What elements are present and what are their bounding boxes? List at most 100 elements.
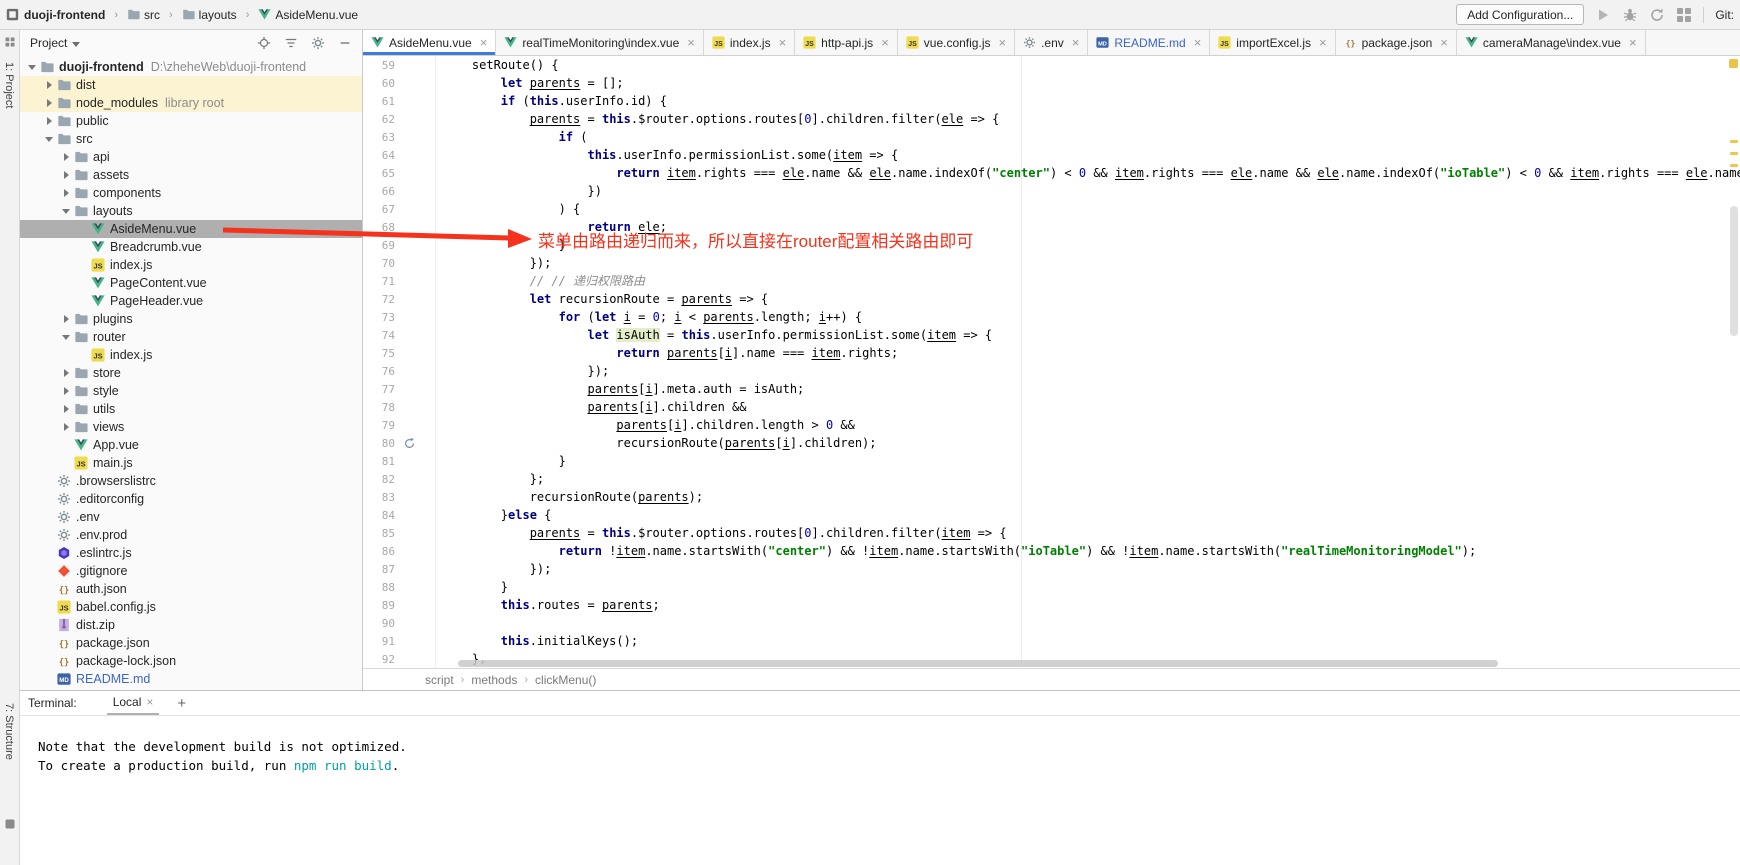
close-tab-icon[interactable]: × — [687, 36, 695, 49]
code-line-87[interactable]: 87 }); — [363, 560, 1740, 578]
code-line-80[interactable]: 80 recursionRoute(parents[i].children); — [363, 434, 1740, 452]
tree-item-index-js[interactable]: JSindex.js — [20, 346, 362, 364]
code-line-85[interactable]: 85 parents = this.$router.options.routes… — [363, 524, 1740, 542]
line-number[interactable]: 79 — [363, 419, 403, 432]
tool-window-structure-button[interactable]: 7: Structure — [3, 703, 15, 760]
code-line-75[interactable]: 75 return parents[i].name === item.right… — [363, 344, 1740, 362]
tree-item-duoji-frontend[interactable]: duoji-frontendD:\zheheWeb\duoji-frontend — [20, 58, 362, 76]
line-number[interactable]: 69 — [363, 239, 403, 252]
chevron-down-icon[interactable] — [43, 133, 56, 145]
editor-horizontal-scrollbar[interactable] — [363, 659, 1728, 668]
line-number[interactable]: 90 — [363, 617, 403, 630]
close-tab-icon[interactable]: × — [1319, 36, 1327, 49]
line-number[interactable]: 72 — [363, 293, 403, 306]
close-tab-icon[interactable]: × — [998, 36, 1006, 49]
close-tab-icon[interactable]: × — [480, 36, 488, 49]
chevron-right-icon[interactable] — [43, 97, 56, 109]
tree-item-readme-md[interactable]: MDREADME.md — [20, 670, 362, 688]
code-line-73[interactable]: 73 for (let i = 0; i < parents.length; i… — [363, 308, 1740, 326]
chevron-right-icon[interactable] — [60, 421, 73, 433]
editor-tab-env[interactable]: .env× — [1015, 30, 1088, 55]
code-line-69[interactable]: 69 } — [363, 236, 1740, 254]
code-line-91[interactable]: 91 this.initialKeys(); — [363, 632, 1740, 650]
warning-stripe-mark[interactable] — [1730, 152, 1738, 155]
line-number[interactable]: 84 — [363, 509, 403, 522]
tree-item-components[interactable]: components — [20, 184, 362, 202]
code-line-88[interactable]: 88 } — [363, 578, 1740, 596]
code-line-67[interactable]: 67 ) { — [363, 200, 1740, 218]
tree-item-style[interactable]: style — [20, 382, 362, 400]
code-line-90[interactable]: 90 — [363, 614, 1740, 632]
chevron-right-icon[interactable] — [60, 403, 73, 415]
line-number[interactable]: 68 — [363, 221, 403, 234]
chevron-down-icon[interactable] — [60, 205, 73, 217]
breadcrumb-layouts[interactable]: layouts — [199, 8, 237, 22]
tree-item-api[interactable]: api — [20, 148, 362, 166]
close-tab-icon[interactable]: × — [1072, 36, 1080, 49]
new-terminal-session-button[interactable]: + — [177, 695, 186, 712]
editor-vertical-scrollbar[interactable] — [1728, 56, 1740, 668]
editor-tab-package-json[interactable]: {}package.json× — [1336, 30, 1457, 55]
line-number[interactable]: 71 — [363, 275, 403, 288]
close-icon[interactable]: × — [146, 695, 153, 709]
terminal-output[interactable]: Note that the development build is not o… — [0, 716, 1740, 775]
line-number[interactable]: 63 — [363, 131, 403, 144]
breadcrumb-script[interactable]: script — [425, 673, 454, 687]
scrollbar-thumb[interactable] — [458, 660, 1498, 667]
code-line-86[interactable]: 86 return !item.name.startsWith("center"… — [363, 542, 1740, 560]
line-number[interactable]: 81 — [363, 455, 403, 468]
close-tab-icon[interactable]: × — [779, 36, 787, 49]
line-number[interactable]: 62 — [363, 113, 403, 126]
run-icon[interactable] — [1595, 7, 1611, 23]
editor-tab-index-js[interactable]: JSindex.js× — [704, 30, 795, 55]
tree-item-gitignore[interactable]: .gitignore — [20, 562, 362, 580]
warning-stripe-mark[interactable] — [1730, 164, 1738, 167]
tree-item-babel-config-js[interactable]: JSbabel.config.js — [20, 598, 362, 616]
tree-item-app-vue[interactable]: App.vue — [20, 436, 362, 454]
close-tab-icon[interactable]: × — [1440, 36, 1448, 49]
line-number[interactable]: 77 — [363, 383, 403, 396]
code-line-62[interactable]: 62 parents = this.$router.options.routes… — [363, 110, 1740, 128]
tree-item-views[interactable]: views — [20, 418, 362, 436]
code-line-77[interactable]: 77 parents[i].meta.auth = isAuth; — [363, 380, 1740, 398]
code-line-82[interactable]: 82 }; — [363, 470, 1740, 488]
tree-item-pagecontent-vue[interactable]: PageContent.vue — [20, 274, 362, 292]
tree-item-index-js[interactable]: JSindex.js — [20, 256, 362, 274]
tree-item-package-json[interactable]: {}package.json — [20, 634, 362, 652]
terminal-title[interactable]: Terminal: — [28, 696, 77, 710]
code-line-63[interactable]: 63 if ( — [363, 128, 1740, 146]
tree-item-env[interactable]: .env — [20, 508, 362, 526]
chevron-right-icon[interactable] — [60, 313, 73, 325]
line-number[interactable]: 86 — [363, 545, 403, 558]
tree-item-main-js[interactable]: JSmain.js — [20, 454, 362, 472]
editor-tab-http-api-js[interactable]: JShttp-api.js× — [795, 30, 898, 55]
tool-window-project-button[interactable]: 1: Project — [3, 62, 15, 108]
tree-item-pageheader-vue[interactable]: PageHeader.vue — [20, 292, 362, 310]
locate-file-icon[interactable] — [257, 36, 271, 50]
chevron-down-icon[interactable] — [72, 42, 80, 47]
editor-tab-asidemenu-vue[interactable]: AsideMenu.vue× — [363, 30, 496, 55]
chevron-right-icon[interactable] — [60, 151, 73, 163]
code-line-89[interactable]: 89 this.routes = parents; — [363, 596, 1740, 614]
chevron-right-icon[interactable] — [60, 187, 73, 199]
editor-tab-importexcel-js[interactable]: JSimportExcel.js× — [1210, 30, 1335, 55]
line-number[interactable]: 64 — [363, 149, 403, 162]
line-number[interactable]: 75 — [363, 347, 403, 360]
tree-item-plugins[interactable]: plugins — [20, 310, 362, 328]
debug-icon[interactable] — [1622, 7, 1638, 23]
tree-item-dist-zip[interactable]: dist.zip — [20, 616, 362, 634]
tree-item-editorconfig[interactable]: .editorconfig — [20, 490, 362, 508]
code-line-83[interactable]: 83 recursionRoute(parents); — [363, 488, 1740, 506]
tree-item-src[interactable]: src — [20, 130, 362, 148]
editor-tab-realtimemonitoring-index-vue[interactable]: realTimeMonitoring\index.vue× — [496, 30, 704, 55]
line-number[interactable]: 73 — [363, 311, 403, 324]
code-editor[interactable]: 59 setRoute() {60 let parents = [];61 if… — [363, 56, 1740, 668]
tree-item-asidemenu-vue[interactable]: AsideMenu.vue — [20, 220, 362, 238]
breadcrumb-file[interactable]: AsideMenu.vue — [275, 8, 358, 22]
code-line-72[interactable]: 72 let recursionRoute = parents => { — [363, 290, 1740, 308]
close-tab-icon[interactable]: × — [881, 36, 889, 49]
tree-item-breadcrumb-vue[interactable]: Breadcrumb.vue — [20, 238, 362, 256]
code-line-61[interactable]: 61 if (this.userInfo.id) { — [363, 92, 1740, 110]
chevron-down-icon[interactable] — [60, 331, 73, 343]
line-number[interactable]: 87 — [363, 563, 403, 576]
